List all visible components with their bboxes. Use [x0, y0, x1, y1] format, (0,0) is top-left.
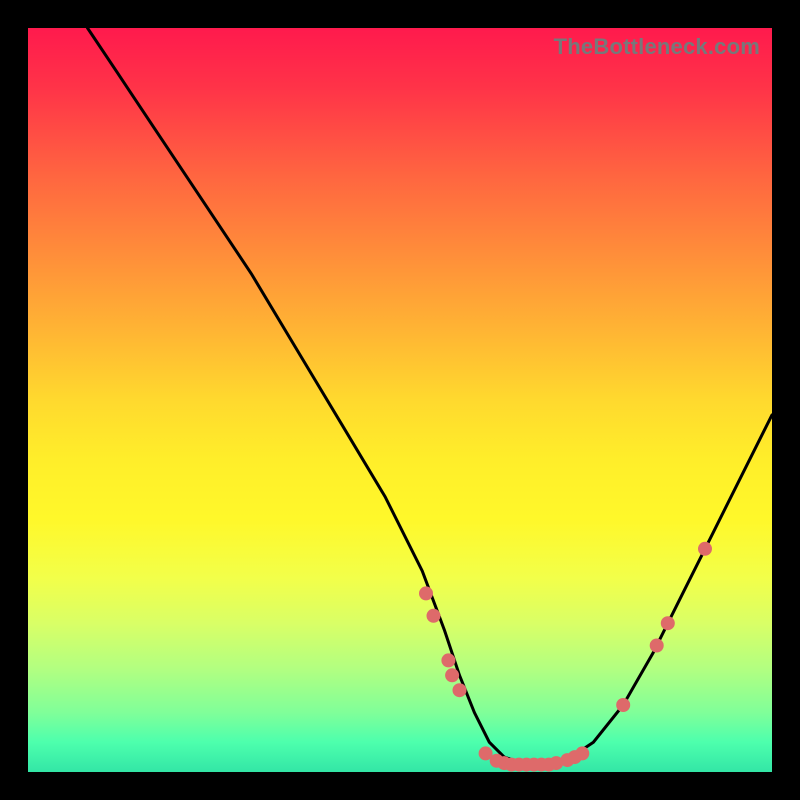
- data-marker: [445, 668, 459, 682]
- chart-svg: [28, 28, 772, 772]
- data-marker: [650, 639, 664, 653]
- data-marker: [441, 653, 455, 667]
- marker-group: [419, 542, 712, 772]
- data-marker: [575, 746, 589, 760]
- data-marker: [427, 609, 441, 623]
- data-marker: [616, 698, 630, 712]
- data-marker: [661, 616, 675, 630]
- data-marker: [698, 542, 712, 556]
- plot-area: TheBottleneck.com: [28, 28, 772, 772]
- curve-path: [88, 28, 773, 765]
- data-marker: [453, 683, 467, 697]
- data-marker: [419, 586, 433, 600]
- chart-frame: TheBottleneck.com: [0, 0, 800, 800]
